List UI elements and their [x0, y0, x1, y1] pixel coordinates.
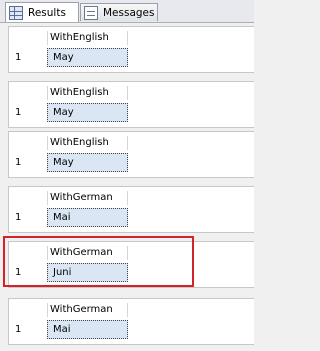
result-cell[interactable]: Mai: [47, 320, 128, 339]
result-grid-6[interactable]: WithGerman 1 Mai: [8, 298, 254, 345]
column-header[interactable]: WithEnglish: [47, 86, 128, 100]
row-number[interactable]: 1: [15, 156, 21, 170]
results-tab-bar: Results Messages: [0, 0, 254, 23]
result-grid-5[interactable]: WithGerman 1 Juni: [8, 241, 254, 288]
column-header[interactable]: WithEnglish: [47, 31, 128, 45]
result-cell[interactable]: May: [47, 153, 128, 172]
row-number[interactable]: 1: [15, 266, 21, 280]
row-number[interactable]: 1: [15, 323, 21, 337]
row-number[interactable]: 1: [15, 106, 21, 120]
column-header[interactable]: WithGerman: [47, 191, 128, 205]
tab-messages-label: Messages: [103, 6, 155, 19]
row-number[interactable]: 1: [15, 51, 21, 65]
result-grid-1[interactable]: WithEnglish 1 May: [8, 26, 254, 73]
messages-icon: [84, 5, 98, 20]
column-header[interactable]: WithGerman: [47, 303, 128, 317]
grid-icon: [9, 5, 23, 20]
tab-results[interactable]: Results: [5, 2, 79, 22]
result-cell[interactable]: Juni: [47, 263, 128, 282]
result-grid-2[interactable]: WithEnglish 1 May: [8, 81, 254, 128]
row-number[interactable]: 1: [15, 211, 21, 225]
column-header[interactable]: WithEnglish: [47, 136, 128, 150]
result-cell[interactable]: Mai: [47, 208, 128, 227]
tab-results-label: Results: [28, 6, 66, 19]
tab-messages[interactable]: Messages: [80, 3, 158, 21]
result-grid-4[interactable]: WithGerman 1 Mai: [8, 186, 254, 233]
results-pane[interactable]: WithEnglish 1 May WithEnglish 1 May With…: [0, 23, 254, 351]
result-cell[interactable]: May: [47, 48, 128, 67]
result-cell[interactable]: May: [47, 103, 128, 122]
column-header[interactable]: WithGerman: [47, 246, 128, 260]
result-grid-3[interactable]: WithEnglish 1 May: [8, 131, 254, 178]
